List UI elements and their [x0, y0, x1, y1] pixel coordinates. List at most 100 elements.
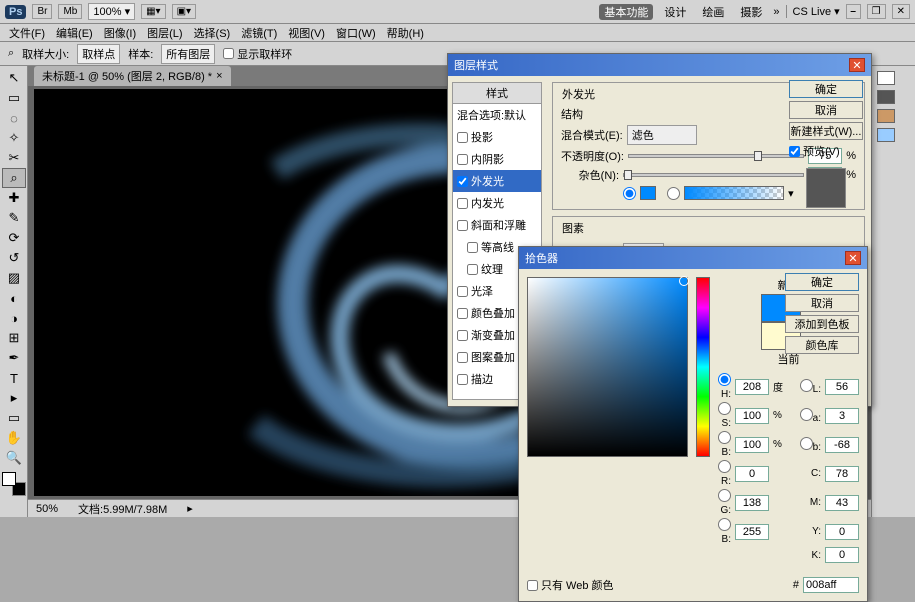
add-swatch-button[interactable]: 添加到色板 — [785, 315, 859, 333]
menu-edit[interactable]: 编辑(E) — [52, 25, 97, 41]
workspace-painting[interactable]: 绘画 — [697, 4, 729, 20]
minibridge-button[interactable]: Mb — [58, 4, 82, 19]
tool-brush[interactable]: ✎ — [2, 208, 26, 228]
noise-slider[interactable] — [623, 173, 804, 177]
color-swatches[interactable] — [2, 472, 26, 496]
y-input[interactable] — [825, 524, 859, 540]
color-library-button[interactable]: 颜色库 — [785, 336, 859, 354]
menu-image[interactable]: 图像(I) — [100, 25, 140, 41]
g-input[interactable] — [735, 495, 769, 511]
doc-tab[interactable]: 未标题-1 @ 50% (图层 2, RGB/8) *× — [34, 66, 231, 86]
b-input[interactable] — [735, 437, 769, 453]
close-icon[interactable]: ✕ — [845, 251, 861, 265]
b3-input[interactable] — [735, 524, 769, 540]
workspace-design[interactable]: 设计 — [659, 4, 691, 20]
bridge-button[interactable]: Br — [32, 4, 52, 19]
b2-label[interactable]: b: — [787, 437, 821, 453]
min-icon[interactable]: ⎯ — [846, 4, 861, 19]
opacity-slider[interactable] — [628, 154, 804, 158]
style-item[interactable]: 内发光 — [453, 192, 541, 214]
hex-input[interactable] — [803, 577, 859, 593]
b3-label[interactable]: B: — [718, 518, 731, 545]
cancel-button[interactable]: 取消 — [789, 101, 863, 119]
hue-slider[interactable] — [696, 277, 710, 457]
menu-file[interactable]: 文件(F) — [5, 25, 49, 41]
tool-dodge[interactable]: ⊞ — [2, 328, 26, 348]
tool-eraser[interactable]: ▨ — [2, 268, 26, 288]
tool-type[interactable]: T — [2, 368, 26, 388]
style-item[interactable]: 投影 — [453, 126, 541, 148]
gradient-preview[interactable] — [684, 186, 784, 200]
a-input[interactable] — [825, 408, 859, 424]
style-item-outerglow[interactable]: 外发光 — [453, 170, 541, 192]
l-input[interactable] — [825, 379, 859, 395]
tool-heal[interactable]: ✚ — [2, 188, 26, 208]
ok-button[interactable]: 确定 — [789, 80, 863, 98]
arrange-button[interactable]: ▦▾ — [141, 4, 165, 19]
sample-dropdown[interactable]: 所有图层 — [161, 44, 215, 64]
workspace-essentials[interactable]: 基本功能 — [599, 4, 653, 20]
close-icon[interactable]: ✕ — [892, 4, 910, 19]
blendmode-dropdown[interactable]: 滤色 — [627, 125, 697, 145]
preview-checkbox[interactable]: 预览(V) — [789, 143, 863, 159]
k-input[interactable] — [825, 547, 859, 563]
tool-move[interactable]: ↖ — [2, 68, 26, 88]
style-item[interactable]: 内阴影 — [453, 148, 541, 170]
color-radio[interactable] — [623, 187, 636, 200]
workspace-photography[interactable]: 摄影 — [735, 4, 767, 20]
tool-blur[interactable]: ◑ — [2, 308, 26, 328]
tool-path[interactable]: ▸ — [2, 388, 26, 408]
cslive-dropdown[interactable]: CS Live ▾ — [786, 5, 840, 18]
sample-size-dropdown[interactable]: 取样点 — [77, 44, 120, 64]
tool-eyedropper[interactable]: ⌕ — [2, 168, 26, 188]
h-label[interactable]: H: — [718, 373, 731, 400]
screenmode-button[interactable]: ▣▾ — [172, 4, 196, 19]
r-label[interactable]: R: — [718, 460, 731, 487]
tool-hand[interactable]: ✋ — [2, 428, 26, 448]
tool-marquee[interactable]: ▭ — [2, 88, 26, 108]
menu-filter[interactable]: 滤镜(T) — [237, 25, 281, 41]
tool-crop[interactable]: ✂ — [2, 148, 26, 168]
tool-gradient[interactable]: ◐ — [2, 288, 26, 308]
tab-close-icon[interactable]: × — [216, 70, 222, 82]
g-label[interactable]: G: — [718, 489, 731, 516]
menu-help[interactable]: 帮助(H) — [383, 25, 428, 41]
color-ring[interactable] — [679, 276, 689, 286]
gradient-radio[interactable] — [667, 187, 680, 200]
color-picker-titlebar[interactable]: 拾色器 ✕ — [519, 247, 867, 269]
tool-zoom[interactable]: 🔍 — [2, 448, 26, 468]
tool-history[interactable]: ↺ — [2, 248, 26, 268]
m-input[interactable] — [825, 495, 859, 511]
ok-button[interactable]: 确定 — [785, 273, 859, 291]
restore-icon[interactable]: ❐ — [867, 4, 886, 19]
r-input[interactable] — [735, 466, 769, 482]
tool-pen[interactable]: ✒ — [2, 348, 26, 368]
tool-stamp[interactable]: ⟳ — [2, 228, 26, 248]
status-zoom[interactable]: 50% — [36, 503, 58, 515]
zoom-dropdown[interactable]: 100% ▾ — [88, 3, 135, 20]
a-label[interactable]: a: — [787, 408, 821, 424]
s-label[interactable]: S: — [718, 402, 731, 429]
menu-select[interactable]: 选择(S) — [190, 25, 235, 41]
show-ring-checkbox[interactable]: 显示取样环 — [223, 46, 292, 62]
h-input[interactable] — [735, 379, 769, 395]
tool-shape[interactable]: ▭ — [2, 408, 26, 428]
menu-layer[interactable]: 图层(L) — [143, 25, 186, 41]
tool-wand[interactable]: ✧ — [2, 128, 26, 148]
menu-window[interactable]: 窗口(W) — [332, 25, 380, 41]
c-input[interactable] — [825, 466, 859, 482]
tool-lasso[interactable]: ◌ — [2, 108, 26, 128]
blend-options-item[interactable]: 混合选项:默认 — [453, 104, 541, 126]
b-label[interactable]: B: — [718, 431, 731, 458]
cancel-button[interactable]: 取消 — [785, 294, 859, 312]
b2-input[interactable] — [825, 437, 859, 453]
layer-style-titlebar[interactable]: 图层样式 ✕ — [448, 54, 871, 76]
menu-view[interactable]: 视图(V) — [284, 25, 329, 41]
webonly-checkbox[interactable]: 只有 Web 颜色 — [527, 577, 614, 593]
glow-color-swatch[interactable] — [640, 186, 656, 200]
close-icon[interactable]: ✕ — [849, 58, 865, 72]
s-input[interactable] — [735, 408, 769, 424]
l-label[interactable]: L: — [787, 379, 821, 395]
newstyle-button[interactable]: 新建样式(W)... — [789, 122, 863, 140]
color-field[interactable] — [527, 277, 688, 457]
